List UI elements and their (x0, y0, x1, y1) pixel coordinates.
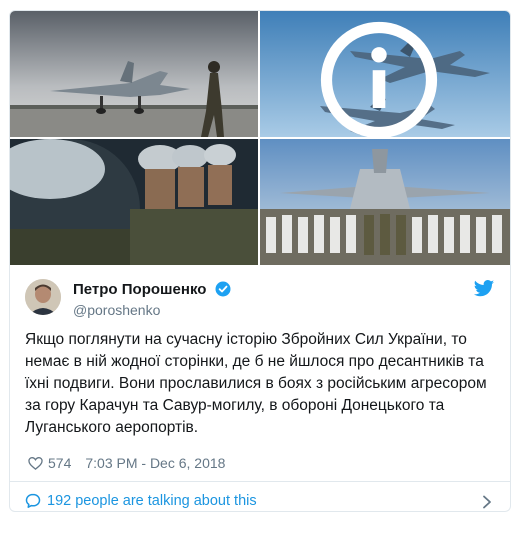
author-handle[interactable]: @poroshenko (73, 302, 231, 318)
heart-icon[interactable] (28, 456, 43, 471)
tweet-text: Якщо поглянути на сучасну історію Збройн… (25, 331, 487, 436)
like-count[interactable]: 574 (48, 455, 71, 471)
chevron-right-icon[interactable] (482, 495, 492, 509)
verified-badge-icon (215, 281, 231, 297)
talking-link[interactable]: 192 people are talking about this (25, 493, 257, 509)
timestamp[interactable]: 7:03 PM - Dec 6, 2018 (85, 455, 225, 471)
talking-label[interactable]: 192 people are talking about this (47, 493, 257, 509)
photo-jet-airfield[interactable] (10, 11, 258, 137)
photo-jets-flying[interactable] (260, 11, 510, 137)
tweet-header: Петро Порошенко @poroshenko (25, 279, 495, 319)
media-grid[interactable] (10, 11, 510, 265)
speech-bubble-icon (25, 493, 41, 508)
photo-formation-transport-plane[interactable] (260, 139, 510, 265)
twitter-bird-icon[interactable] (473, 279, 495, 299)
author-name[interactable]: Петро Порошенко (73, 281, 206, 298)
photo-paratroopers-closeup[interactable] (10, 139, 258, 265)
divider (10, 481, 510, 482)
tweet-meta: 574 7:03 PM - Dec 6, 2018 (28, 455, 225, 471)
tweet-card[interactable]: Петро Порошенко @poroshenko Якщо погляну… (9, 10, 511, 512)
info-icon[interactable] (260, 17, 504, 137)
avatar[interactable] (25, 279, 61, 315)
